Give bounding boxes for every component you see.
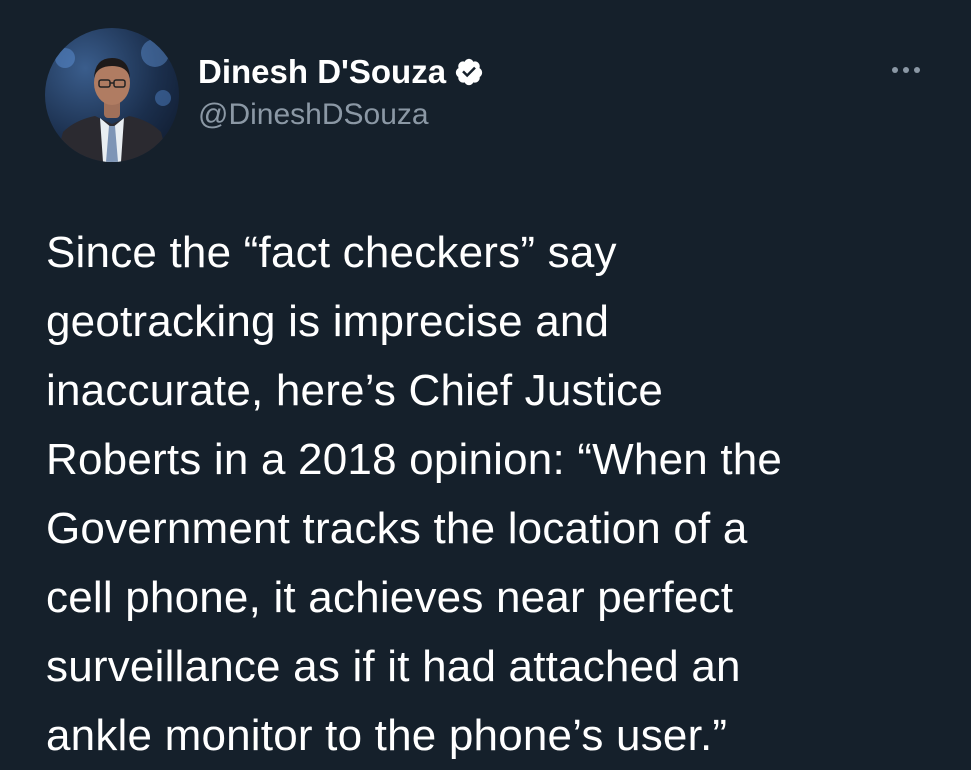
tweet-text-line: inaccurate, here’s Chief Justice [46, 366, 664, 415]
more-horizontal-icon [892, 67, 898, 73]
more-horizontal-icon [903, 67, 909, 73]
tweet-card: Dinesh D'Souza @DineshDSouza Since the “… [0, 0, 971, 770]
tweet-text-line: Roberts in a 2018 opinion: “When the [46, 435, 783, 484]
profile-photo-icon [55, 39, 171, 162]
author-name-row[interactable]: Dinesh D'Souza [198, 50, 484, 94]
tweet-text-line: cell phone, it achieves near perfect [46, 573, 734, 622]
tweet-text: Since the “fact checkers” say geotrackin… [46, 218, 782, 770]
more-options-button[interactable] [886, 56, 926, 84]
tweet-text-line: ankle monitor to the phone’s user.” [46, 711, 728, 760]
verified-badge-icon [454, 57, 484, 87]
avatar[interactable] [45, 28, 179, 162]
more-horizontal-icon [914, 67, 920, 73]
tweet-text-line: geotracking is imprecise and [46, 297, 610, 346]
tweet-text-line: Since the “fact checkers” say [46, 228, 617, 277]
tweet-text-line: surveillance as if it had attached an [46, 642, 741, 691]
author-handle[interactable]: @DineshDSouza [198, 98, 429, 132]
author-display-name[interactable]: Dinesh D'Souza [198, 53, 446, 91]
tweet-text-line: Government tracks the location of a [46, 504, 748, 553]
